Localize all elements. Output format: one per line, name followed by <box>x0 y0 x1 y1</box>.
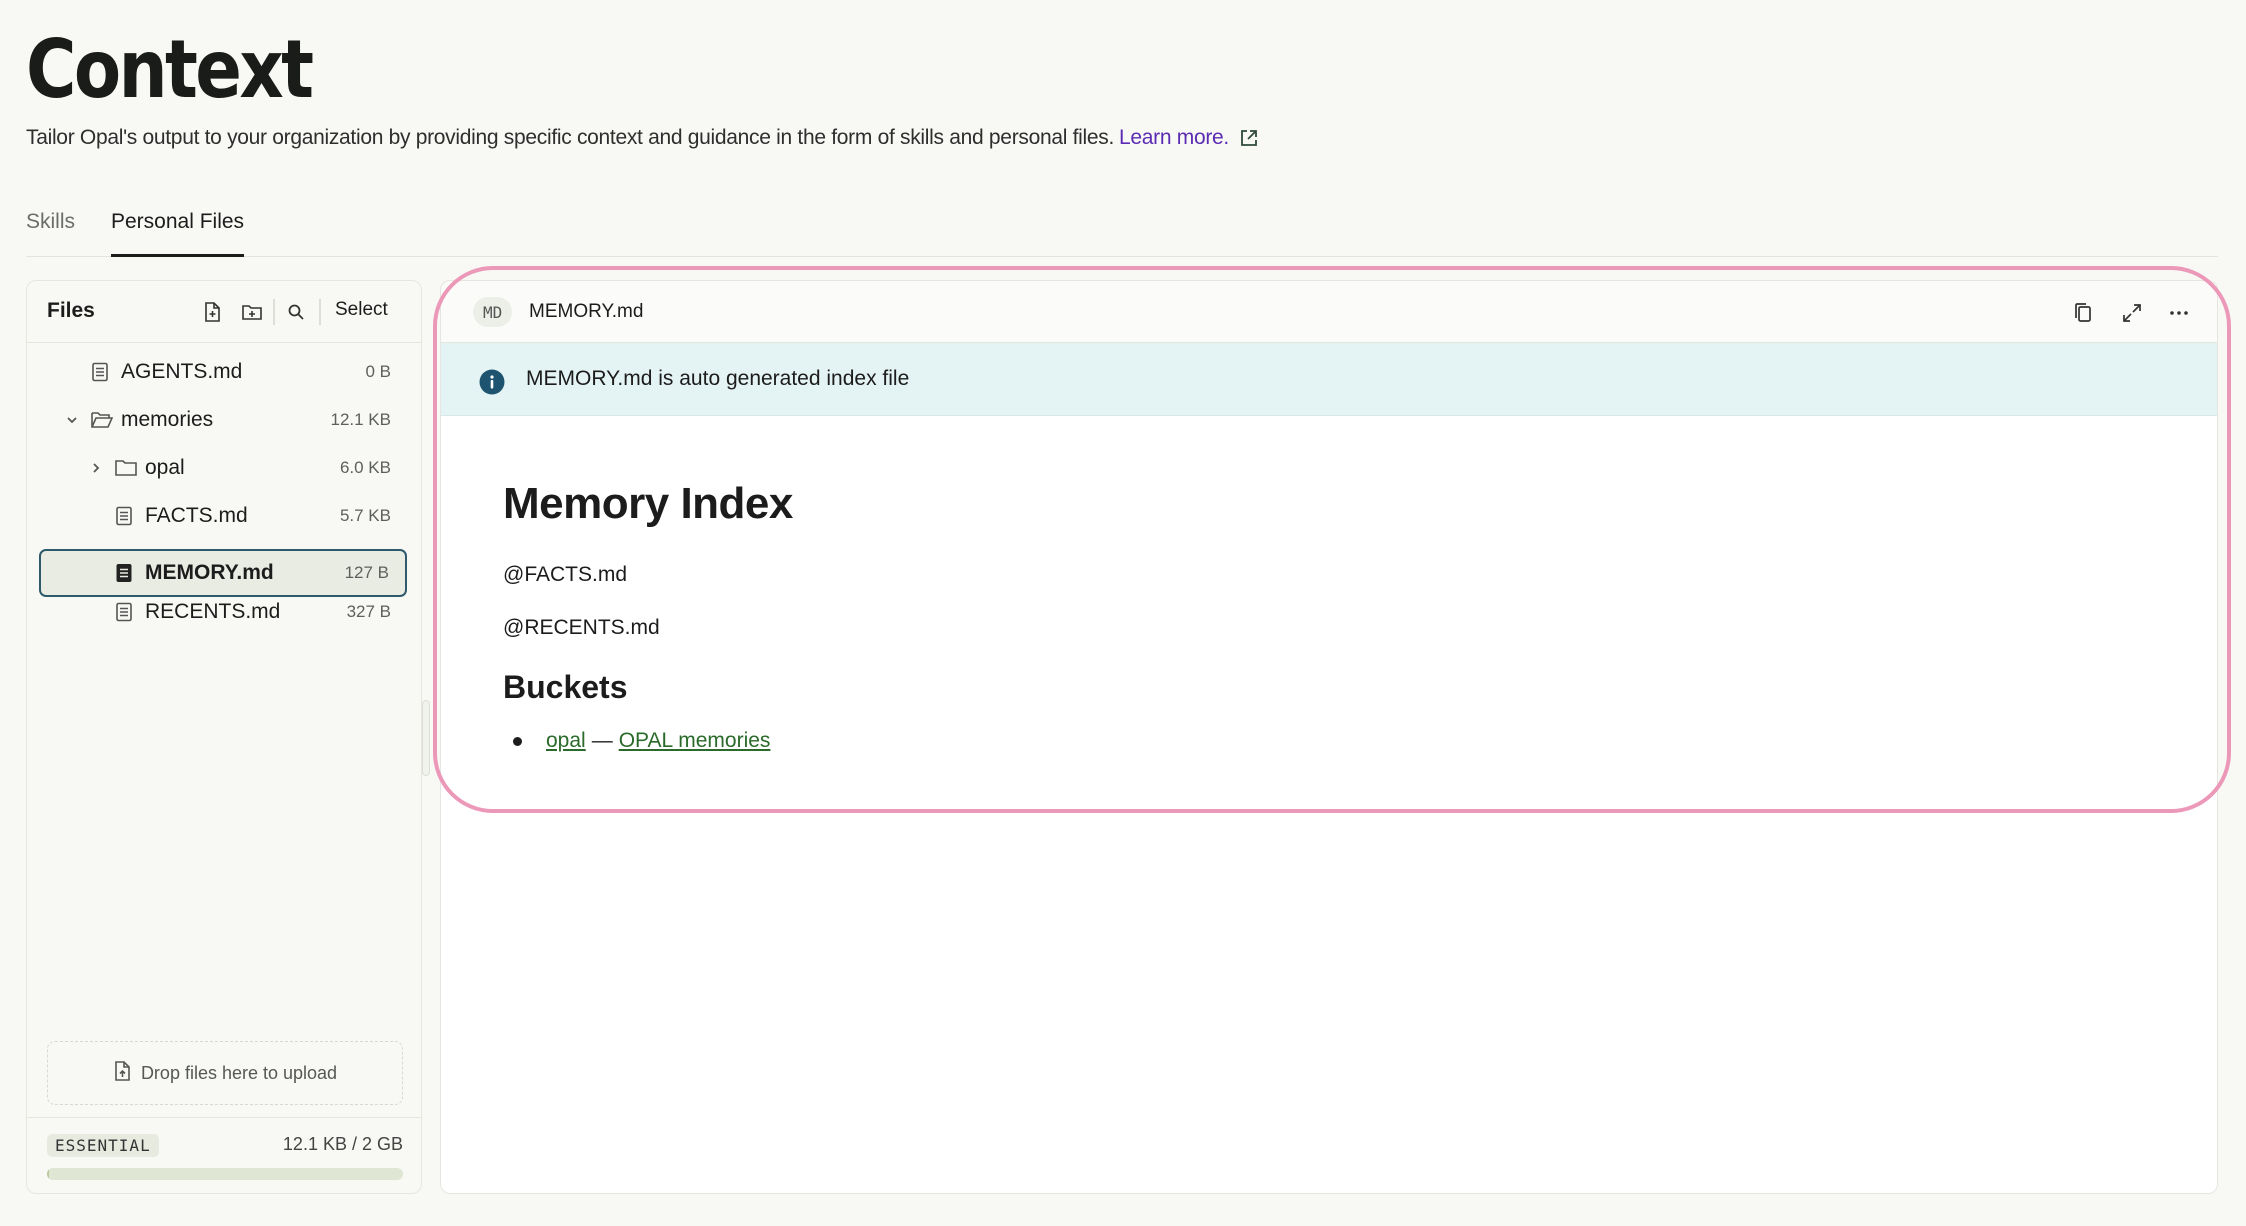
doc-list-item: opal — OPAL memories <box>513 729 770 753</box>
tree-item-memories-folder[interactable]: memories 12.1 KB <box>41 398 407 442</box>
file-viewer: MD MEMORY.md MEMORY.md is auto generated… <box>440 280 2218 1194</box>
info-icon <box>479 369 505 395</box>
folder-open-icon <box>91 411 113 429</box>
tree-item-size: 5.7 KB <box>339 506 391 525</box>
storage-usage-text: 12.1 KB / 2 GB <box>282 1134 403 1154</box>
doc-paragraph: @FACTS.md <box>503 563 628 586</box>
search-icon[interactable] <box>285 301 307 323</box>
tree-item-recents-md[interactable]: RECENTS.md 327 B <box>41 590 407 634</box>
opal-link[interactable]: opal <box>546 729 586 753</box>
tab-bar: Skills Personal Files <box>26 200 2218 257</box>
header-divider <box>273 299 275 325</box>
files-panel-header: Files Select <box>27 281 421 343</box>
file-icon <box>115 602 133 622</box>
more-icon[interactable] <box>2165 299 2193 327</box>
viewer-filename: MEMORY.md <box>529 301 644 322</box>
page-description-row: Tailor Opal's output to your organizatio… <box>26 126 1259 150</box>
tree-item-size: 127 B <box>344 563 389 582</box>
opal-memories-link[interactable]: OPAL memories <box>619 729 771 753</box>
page-description: Tailor Opal's output to your organizatio… <box>26 126 1114 149</box>
tree-item-size: 327 B <box>346 602 391 621</box>
files-panel: Files Select AGENTS.md 0 B memories 12.1… <box>26 280 422 1194</box>
file-type-badge: MD <box>473 297 513 327</box>
new-file-icon[interactable] <box>201 301 223 323</box>
doc-heading: Memory Index <box>503 479 793 528</box>
tree-item-opal-folder[interactable]: opal 6.0 KB <box>41 446 407 490</box>
info-banner: MEMORY.md is auto generated index file <box>441 343 2217 416</box>
new-folder-icon[interactable] <box>241 301 263 323</box>
tab-skills[interactable]: Skills <box>26 210 75 257</box>
bullet <box>513 736 522 746</box>
tree-item-size: 6.0 KB <box>339 458 391 477</box>
file-icon <box>91 362 109 382</box>
tree-item-facts-md[interactable]: FACTS.md 5.7 KB <box>41 494 407 538</box>
external-link-icon[interactable] <box>1239 128 1259 148</box>
doc-paragraph: @RECENTS.md <box>503 616 660 639</box>
tree-item-name: RECENTS.md <box>145 600 281 623</box>
list-separator: — <box>591 729 613 752</box>
tree-item-name: AGENTS.md <box>121 360 243 383</box>
tree-item-name: MEMORY.md <box>145 561 274 584</box>
panel-resize-handle[interactable] <box>422 700 430 776</box>
drop-zone-label: Drop files here to upload <box>140 1062 338 1083</box>
files-title: Files <box>47 299 95 322</box>
storage-footer: ESSENTIAL 12.1 KB / 2 GB <box>27 1117 421 1193</box>
select-button[interactable]: Select <box>335 299 388 321</box>
tree-item-name: FACTS.md <box>145 504 248 527</box>
learn-more-link[interactable]: Learn more. <box>1119 126 1229 150</box>
plan-badge: ESSENTIAL <box>47 1134 159 1157</box>
tree-item-name: memories <box>121 408 214 431</box>
file-icon <box>115 506 133 526</box>
page-title: Context <box>26 23 314 116</box>
header-divider <box>319 299 321 325</box>
tab-personal-files[interactable]: Personal Files <box>111 210 245 257</box>
copy-icon[interactable] <box>2069 299 2097 327</box>
tree-item-name: opal <box>145 456 185 479</box>
tree-item-size: 12.1 KB <box>330 410 392 429</box>
viewer-header: MD MEMORY.md <box>441 281 2217 343</box>
file-icon <box>115 563 133 583</box>
chevron-down-icon[interactable] <box>65 413 79 427</box>
doc-subheading: Buckets <box>503 669 628 705</box>
tree-item-size: 0 B <box>365 362 391 381</box>
upload-file-icon <box>113 1060 131 1086</box>
upload-drop-zone[interactable]: Drop files here to upload <box>47 1041 403 1105</box>
info-banner-text: MEMORY.md is auto generated index file <box>526 367 910 390</box>
storage-usage-fill <box>47 1168 50 1180</box>
folder-icon <box>115 459 137 477</box>
tree-item-agents-md[interactable]: AGENTS.md 0 B <box>41 350 407 394</box>
storage-usage-bar <box>47 1168 403 1180</box>
expand-icon[interactable] <box>2118 299 2146 327</box>
chevron-right-icon[interactable] <box>89 461 103 475</box>
